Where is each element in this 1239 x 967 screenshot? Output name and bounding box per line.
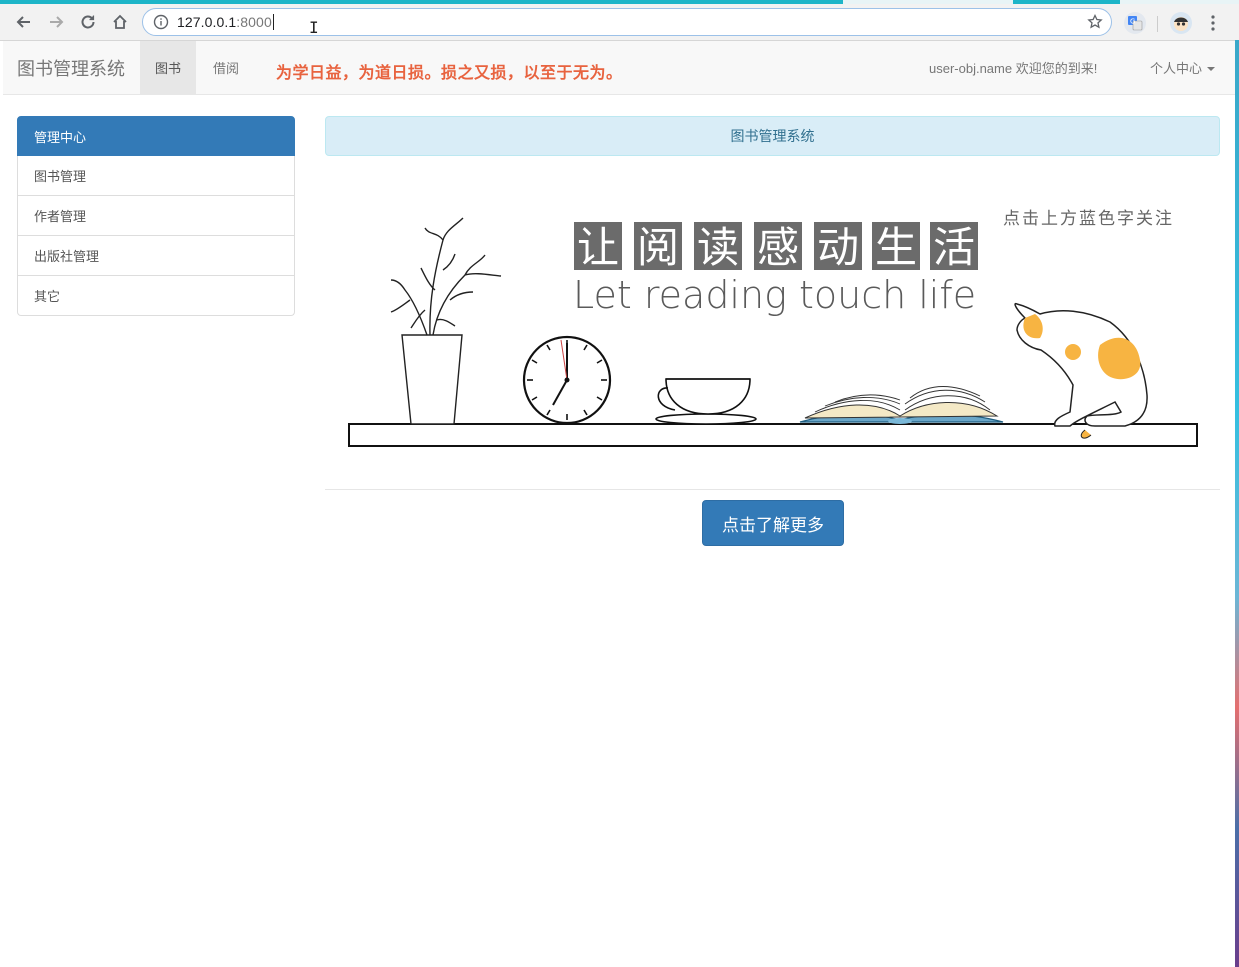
address-bar[interactable]: 127.0.0.1:8000: [142, 8, 1112, 36]
banner-char: 感: [757, 223, 799, 272]
banner-subtitle: Let reading touch life: [573, 273, 976, 317]
nav-tab-borrow[interactable]: 借阅: [198, 41, 254, 94]
sidebar-item-book-management[interactable]: 图书管理: [17, 156, 295, 196]
coffee-cup-icon: [655, 378, 757, 425]
user-center-dropdown[interactable]: 个人中心: [1150, 58, 1216, 77]
browser-toolbar: 127.0.0.1:8000 I G: [0, 4, 1239, 41]
sidebar-item-publisher-management[interactable]: 出版社管理: [17, 236, 295, 276]
url-host: 127.0.0.1: [177, 14, 237, 30]
banner-char: 活: [933, 223, 975, 272]
reload-icon[interactable]: [74, 8, 102, 36]
svg-text:G: G: [1130, 18, 1135, 26]
user-center-label: 个人中心: [1150, 62, 1203, 77]
url-text[interactable]: 127.0.0.1:8000: [177, 13, 274, 31]
info-icon[interactable]: [153, 14, 169, 30]
text-caret: [272, 14, 274, 30]
divider: [325, 489, 1220, 490]
panel-heading: 图书管理系统: [325, 116, 1220, 156]
brand-title[interactable]: 图书管理系统: [17, 55, 125, 81]
mouse-ibeam-cursor: I: [309, 18, 319, 37]
sidebar-item-author-management[interactable]: 作者管理: [17, 196, 295, 236]
chevron-down-icon: [1207, 67, 1216, 71]
banner-char: 生: [875, 223, 917, 272]
star-icon[interactable]: [1087, 14, 1103, 30]
kebab-menu-icon[interactable]: [1205, 12, 1221, 34]
sidebar-menu: 管理中心 图书管理 作者管理 出版社管理 其它: [17, 116, 295, 316]
banner-char: 让: [577, 223, 619, 272]
banner-char: 读: [697, 223, 739, 272]
url-port: :8000: [236, 14, 272, 30]
open-book-icon: [799, 386, 1004, 424]
clock-icon: [522, 335, 612, 425]
top-navbar: 图书管理系统 图书 借阅 为学日益，为道日损。损之又损，以至于无为。 user-…: [3, 41, 1235, 95]
nav-tab-books[interactable]: 图书: [140, 41, 197, 94]
banner-title: 让 阅 读 感 动 生 活: [574, 222, 978, 272]
sidebar-item-other[interactable]: 其它: [17, 276, 295, 316]
home-icon[interactable]: [106, 8, 134, 36]
banner-illustration: 让 阅 读 感 动 生 活 Let reading touch life 点击上…: [348, 209, 1198, 447]
welcome-text: user-obj.name 欢迎您的到来!: [929, 61, 1098, 76]
toolbar-separator: [1157, 16, 1158, 32]
extension-avatar-icon[interactable]: [1170, 12, 1192, 34]
desktop-background-edge: [1235, 40, 1239, 967]
sidebar-item-admin-center[interactable]: 管理中心: [17, 116, 295, 156]
banner-char: 阅: [637, 223, 679, 272]
vase-icon: [390, 217, 502, 425]
motto-text: 为学日益，为道日损。损之又损，以至于无为。: [276, 63, 623, 82]
back-arrow-icon[interactable]: [10, 8, 38, 36]
translate-icon[interactable]: G: [1124, 12, 1146, 34]
banner-char: 动: [817, 223, 859, 272]
shelf: [348, 423, 1198, 447]
forward-arrow-icon[interactable]: [42, 8, 70, 36]
learn-more-button[interactable]: 点击了解更多: [702, 500, 844, 546]
cat-icon: [1014, 302, 1148, 439]
banner-hint: 点击上方蓝色字关注: [1003, 209, 1174, 229]
